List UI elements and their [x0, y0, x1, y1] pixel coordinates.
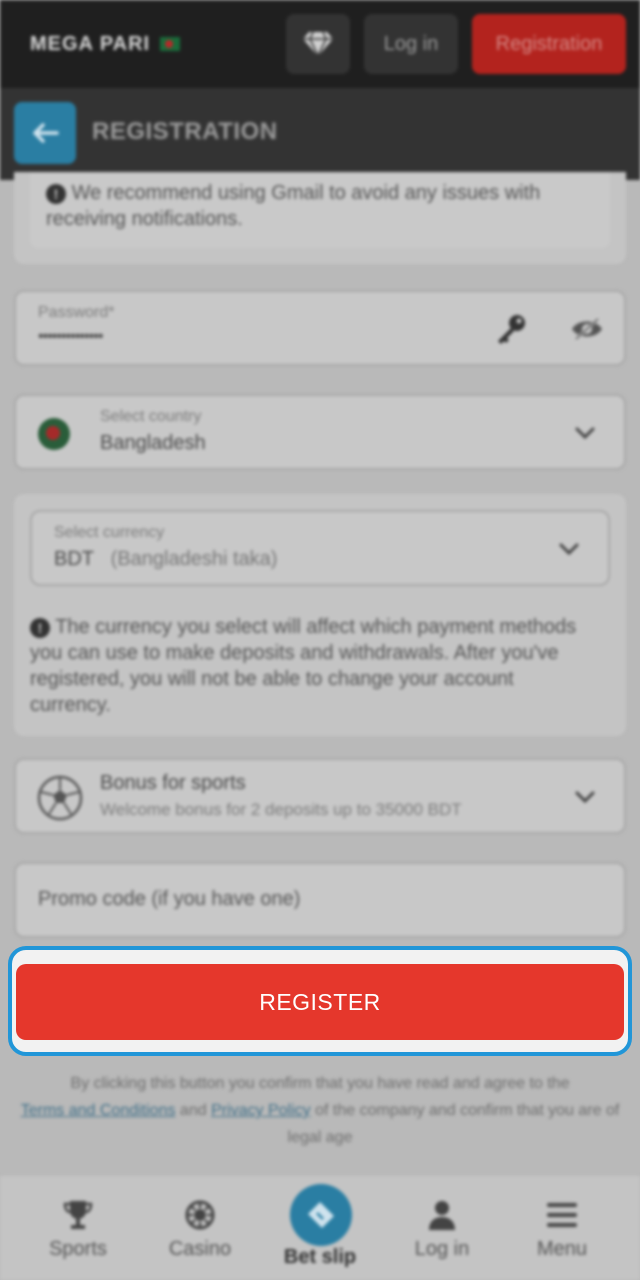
nav-login[interactable]: Log in: [382, 1176, 502, 1280]
register-button[interactable]: REGISTER: [16, 964, 624, 1040]
currency-select[interactable]: Select currency BDT (Bangladeshi taka): [30, 510, 610, 586]
password-field[interactable]: Password* ••••••••••••••: [14, 290, 626, 366]
nav-menu[interactable]: Menu: [502, 1176, 622, 1280]
terms-text: By clicking this button you confirm that…: [20, 1070, 620, 1151]
bonus-subtitle: Welcome bonus for 2 deposits up to 35000…: [100, 800, 462, 819]
currency-value: BDT (Bangladeshi taka): [54, 548, 277, 571]
country-label: Select country: [100, 408, 202, 425]
terms-text-part1: By clicking this button you confirm that…: [70, 1075, 570, 1092]
bonus-select[interactable]: Bonus for sports Welcome bonus for 2 dep…: [14, 758, 626, 834]
privacy-policy-link[interactable]: Privacy Policy: [211, 1102, 311, 1119]
nav-login-label: Log in: [414, 1238, 470, 1260]
ticket-icon: [308, 1202, 334, 1228]
user-icon: [425, 1198, 459, 1232]
terms-and-conditions-link[interactable]: Terms and Conditions: [21, 1102, 176, 1119]
info-icon: !: [46, 183, 66, 204]
country-value: Bangladesh: [100, 432, 206, 454]
currency-name: (Bangladeshi taka): [110, 548, 278, 570]
back-button[interactable]: [14, 102, 76, 164]
vip-diamond-button[interactable]: [286, 14, 350, 74]
chevron-down-icon: [575, 791, 595, 804]
email-note-text: We recommend using Gmail to avoid any is…: [46, 182, 541, 230]
blurred-background-page: MEGA PARI Log in Registration REGISTRATI…: [0, 0, 640, 1280]
promo-code-placeholder: Promo code (if you have one): [38, 888, 301, 910]
arrow-left-icon: [33, 123, 59, 143]
logo-text: MEGA PARI: [30, 32, 151, 55]
currency-card: Select currency BDT (Bangladeshi taka) !…: [14, 494, 626, 736]
bangladesh-flag-icon: [160, 37, 181, 51]
registration-header: REGISTRATION: [0, 88, 640, 180]
top-bar: MEGA PARI Log in Registration: [0, 0, 640, 88]
currency-note-text: The currency you select will affect whic…: [30, 616, 577, 716]
terms-text-part2: of the company and confirm that you are …: [287, 1102, 620, 1146]
page-title: REGISTRATION: [92, 118, 278, 145]
nav-sports[interactable]: Sports: [18, 1176, 138, 1280]
megapari-logo[interactable]: MEGA PARI: [30, 30, 181, 58]
nav-casino[interactable]: Casino: [140, 1176, 260, 1280]
key-icon[interactable]: [494, 312, 528, 346]
nav-casino-label: Casino: [168, 1238, 232, 1260]
eye-hidden-icon[interactable]: [570, 316, 604, 342]
promo-code-input[interactable]: Promo code (if you have one): [14, 862, 626, 938]
trophy-icon: [61, 1198, 95, 1232]
password-label: Password*: [38, 304, 115, 321]
header-login-button[interactable]: Log in: [364, 14, 458, 74]
casino-chip-icon: [183, 1198, 217, 1232]
header-registration-button[interactable]: Registration: [472, 14, 626, 74]
currency-code: BDT: [54, 548, 94, 570]
email-note-card: ! We recommend using Gmail to avoid any …: [14, 172, 626, 264]
bangladesh-flag-icon: [38, 418, 70, 450]
currency-note: ! The currency you select will affect wh…: [30, 614, 590, 718]
terms-and: and: [179, 1102, 207, 1119]
nav-bet-slip-label: Bet slip: [283, 1246, 357, 1268]
password-value: ••••••••••••••: [38, 328, 103, 345]
chevron-down-icon: [559, 543, 579, 556]
chevron-down-icon: [575, 427, 595, 440]
nav-menu-label: Menu: [536, 1238, 588, 1260]
nav-sports-label: Sports: [49, 1238, 107, 1260]
bet-slip-button[interactable]: [290, 1184, 352, 1246]
email-note: ! We recommend using Gmail to avoid any …: [46, 180, 606, 232]
info-icon: !: [30, 617, 50, 638]
diamond-icon: [303, 31, 333, 58]
country-select[interactable]: Select country Bangladesh: [14, 394, 626, 470]
bonus-title: Bonus for sports: [100, 772, 246, 794]
hamburger-menu-icon: [545, 1198, 579, 1232]
soccer-ball-icon: [37, 775, 83, 821]
currency-label: Select currency: [54, 524, 165, 541]
